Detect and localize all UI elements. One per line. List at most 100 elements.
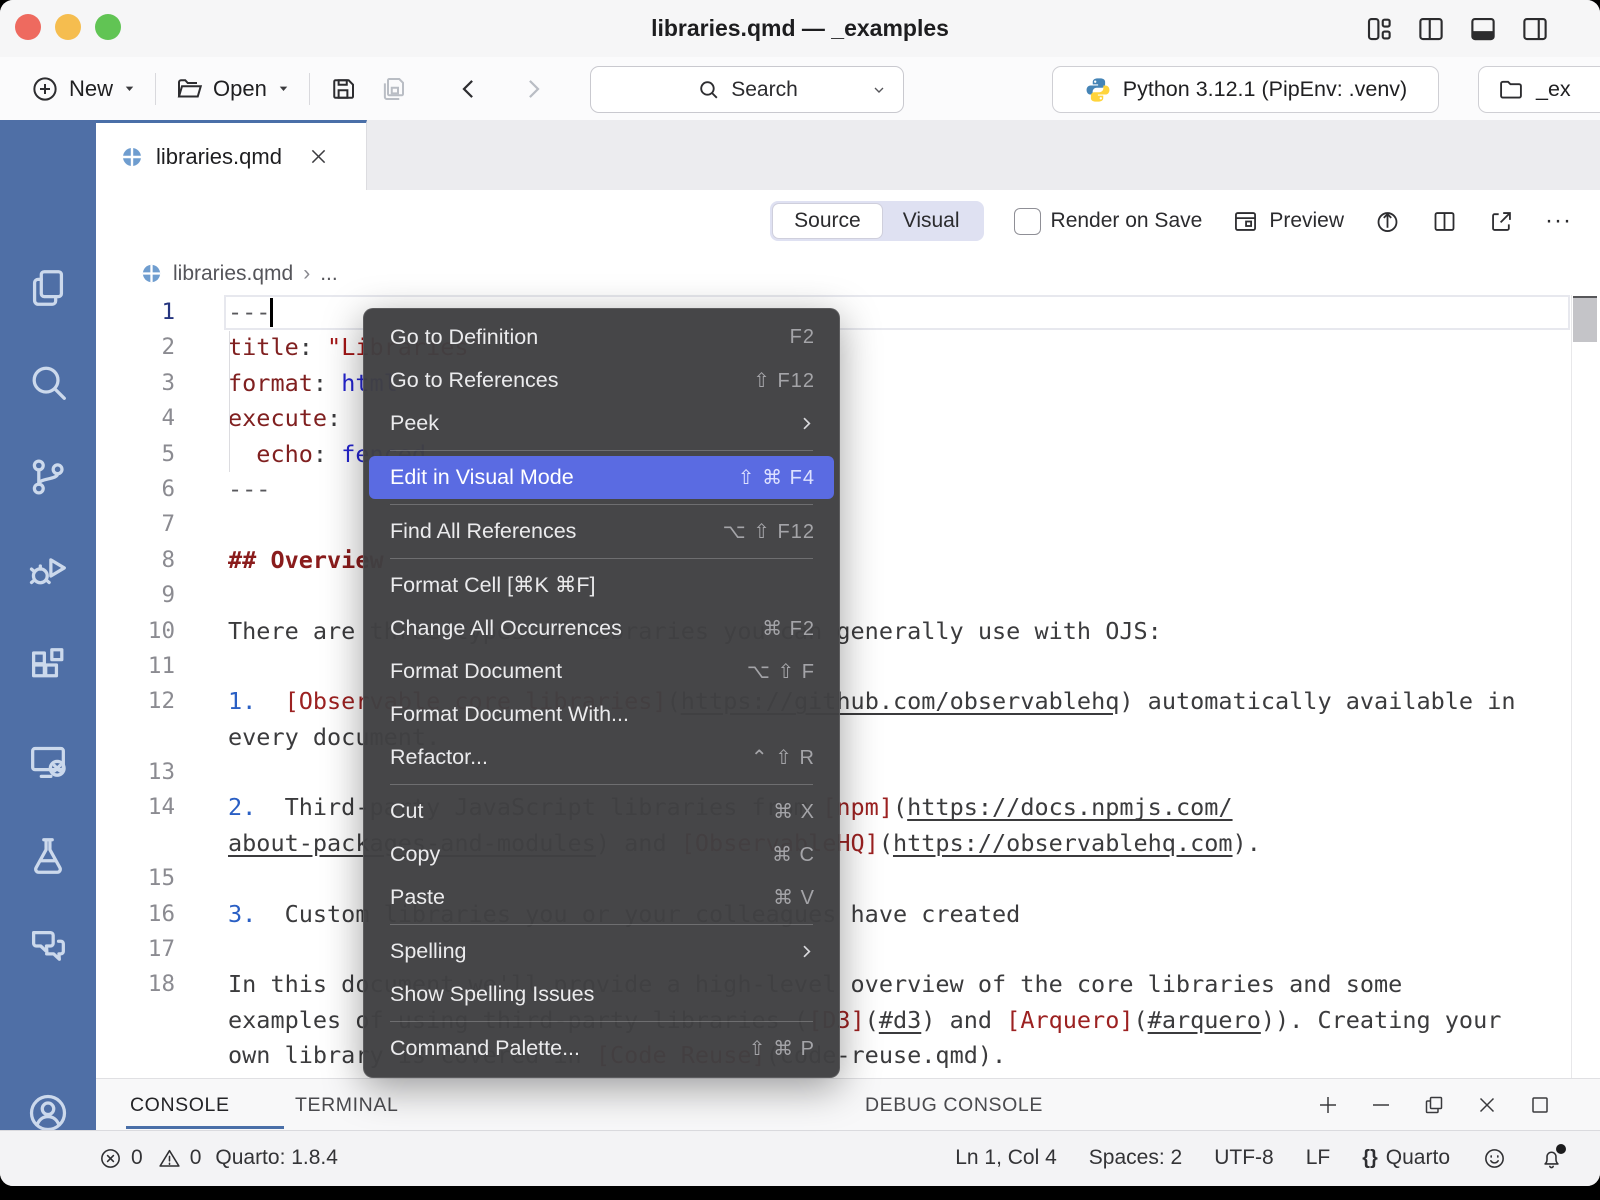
code-line[interactable]: 17 <box>96 932 1600 967</box>
code-line[interactable]: 8## Overview <box>96 543 1600 578</box>
code-line[interactable]: examples of using third-party libraries … <box>96 1003 1600 1038</box>
menu-item-refactor[interactable]: Refactor...⌃ ⇧ R <box>369 736 834 779</box>
code-line[interactable]: 163. Custom libraries you or your collea… <box>96 897 1600 932</box>
search-input[interactable]: Search <box>590 66 904 113</box>
split-editor-icon[interactable] <box>1431 208 1458 235</box>
status-item-0[interactable]: 0 <box>157 1146 202 1171</box>
activity-extensions-icon[interactable] <box>25 643 71 689</box>
code-line[interactable]: 7 <box>96 507 1600 542</box>
activity-run-debug-icon[interactable] <box>25 548 71 594</box>
menu-item-show-spelling-issues[interactable]: Show Spelling Issues <box>369 973 834 1016</box>
project-label: _ex <box>1536 77 1571 102</box>
code-line[interactable]: 10There are three types of libraries you… <box>96 614 1600 649</box>
status-item-quarto[interactable]: {}Quarto <box>1362 1146 1450 1170</box>
app-window: libraries.qmd — _examples New <box>0 0 1600 1186</box>
menu-item-label: Paste <box>390 885 773 910</box>
menu-item-paste[interactable]: Paste⌘ V <box>369 876 834 919</box>
menu-item-format-document-with[interactable]: Format Document With... <box>369 693 834 736</box>
activity-search-icon[interactable] <box>25 359 71 405</box>
status-item-lf[interactable]: LF <box>1306 1146 1331 1170</box>
menu-item-change-all-occurrences[interactable]: Change All Occurrences⌘ F2 <box>369 607 834 650</box>
activity-chat-icon[interactable] <box>25 923 71 969</box>
close-tab-icon[interactable] <box>308 146 329 167</box>
toolbar-separator <box>155 73 156 105</box>
quarto-file-icon <box>120 145 144 169</box>
menu-item-find-all-references[interactable]: Find All References⌥ ⇧ F12 <box>369 510 834 553</box>
menu-item-label: Show Spelling Issues <box>390 982 815 1007</box>
status-item-spaces-2[interactable]: Spaces: 2 <box>1089 1146 1182 1170</box>
activity-remote-console-icon[interactable] <box>25 738 71 784</box>
activity-source-control-icon[interactable] <box>25 454 71 500</box>
panel-tab-terminal[interactable]: TERMINAL <box>295 1079 398 1131</box>
render-on-save-checkbox[interactable] <box>1014 208 1041 235</box>
secondary-sidebar-icon[interactable] <box>1520 14 1550 44</box>
preview-button[interactable]: Preview <box>1232 208 1344 235</box>
open-in-new-window-icon[interactable] <box>1488 208 1515 235</box>
menu-item-spelling[interactable]: Spelling <box>369 930 834 973</box>
menu-item-copy[interactable]: Copy⌘ C <box>369 833 834 876</box>
breadcrumb[interactable]: libraries.qmd › ... <box>96 252 1600 295</box>
interpreter-selector[interactable]: Python 3.12.1 (PipEnv: .venv) <box>1052 66 1439 113</box>
breadcrumb-more[interactable]: ... <box>320 262 338 286</box>
status-item-smiley[interactable] <box>1482 1146 1507 1171</box>
source-mode-button[interactable]: Source <box>773 204 882 238</box>
menu-item-format-document[interactable]: Format Document⌥ ⇧ F <box>369 650 834 693</box>
new-button[interactable]: New <box>20 74 147 104</box>
status-item-utf-8[interactable]: UTF-8 <box>1214 1146 1274 1170</box>
code-line[interactable]: own library is covered in [Code Reuse](c… <box>96 1038 1600 1073</box>
code-line[interactable]: 142. Third-party JavaScript libraries fr… <box>96 790 1600 825</box>
open-button[interactable]: Open <box>164 74 301 104</box>
code-line[interactable]: 11 <box>96 649 1600 684</box>
code-line[interactable]: every document. <box>96 720 1600 755</box>
minus-icon[interactable] <box>1369 1093 1393 1117</box>
status-item-0[interactable]: 0 <box>98 1146 143 1171</box>
navigate-forward-button[interactable] <box>508 74 558 104</box>
activity-testing-icon[interactable] <box>25 833 71 879</box>
code-line[interactable]: 13 <box>96 755 1600 790</box>
code-line[interactable]: about-packages-and-modules) and [Observa… <box>96 826 1600 861</box>
tab-libraries-qmd[interactable]: libraries.qmd <box>96 120 367 190</box>
code-line[interactable]: 15 <box>96 861 1600 896</box>
code-line[interactable]: 3format: html <box>96 366 1600 401</box>
save-all-button[interactable] <box>368 74 418 104</box>
menu-item-go-to-definition[interactable]: Go to DefinitionF2 <box>369 316 834 359</box>
menu-item-cut[interactable]: Cut⌘ X <box>369 790 834 833</box>
save-button[interactable] <box>318 74 368 104</box>
code-line[interactable]: 18In this document we'll provide a high-… <box>96 967 1600 1002</box>
activity-explorer-icon[interactable] <box>25 265 71 311</box>
project-selector[interactable]: _ex <box>1478 66 1600 113</box>
split-editor-layout-icon[interactable] <box>1416 14 1446 44</box>
restore-panel-icon[interactable] <box>1422 1093 1446 1117</box>
plus-icon[interactable] <box>1316 1093 1340 1117</box>
code-editor[interactable]: 1---2title: "Libraries"3format: html4exe… <box>96 295 1600 1078</box>
code-line[interactable]: 2title: "Libraries" <box>96 330 1600 365</box>
menu-item-shortcut: F2 <box>790 326 815 349</box>
maximize-panel-icon[interactable] <box>1528 1093 1552 1117</box>
more-actions-button[interactable]: ··· <box>1545 207 1572 235</box>
breadcrumb-file[interactable]: libraries.qmd <box>173 262 293 286</box>
status-item-bell[interactable] <box>1539 1146 1564 1171</box>
navigate-back-button[interactable] <box>444 74 494 104</box>
customize-layout-icon[interactable] <box>1364 14 1394 44</box>
code-line[interactable]: 5 echo: fenced <box>96 437 1600 472</box>
code-line[interactable]: 121. [Observable core libraries](https:/… <box>96 684 1600 719</box>
code-line[interactable]: 9 <box>96 578 1600 613</box>
render-icon[interactable] <box>1374 208 1401 235</box>
close-panel-icon[interactable] <box>1475 1093 1499 1117</box>
status-item-quarto-1-8-4[interactable]: Quarto: 1.8.4 <box>215 1146 338 1170</box>
menu-item-edit-in-visual-mode[interactable]: Edit in Visual Mode⇧ ⌘ F4 <box>369 456 834 499</box>
code-line[interactable]: 4execute: <box>96 401 1600 436</box>
panel-tab-debug-console[interactable]: DEBUG CONSOLE <box>865 1079 1043 1131</box>
tab-strip: libraries.qmd <box>96 120 1600 191</box>
menu-item-format-cell-k-f[interactable]: Format Cell [⌘K ⌘F] <box>369 564 834 607</box>
code-line[interactable]: 6--- <box>96 472 1600 507</box>
menu-item-peek[interactable]: Peek <box>369 402 834 445</box>
toggle-panel-icon[interactable] <box>1468 14 1498 44</box>
status-item-ln-1-col-4[interactable]: Ln 1, Col 4 <box>955 1146 1057 1170</box>
status-text: Quarto <box>1386 1146 1450 1170</box>
panel-tab-console[interactable]: CONSOLE <box>130 1079 230 1131</box>
code-line[interactable]: 1--- <box>96 295 1600 330</box>
menu-item-go-to-references[interactable]: Go to References⇧ F12 <box>369 359 834 402</box>
visual-mode-button[interactable]: Visual <box>882 204 981 238</box>
menu-item-command-palette[interactable]: Command Palette...⇧ ⌘ P <box>369 1027 834 1070</box>
